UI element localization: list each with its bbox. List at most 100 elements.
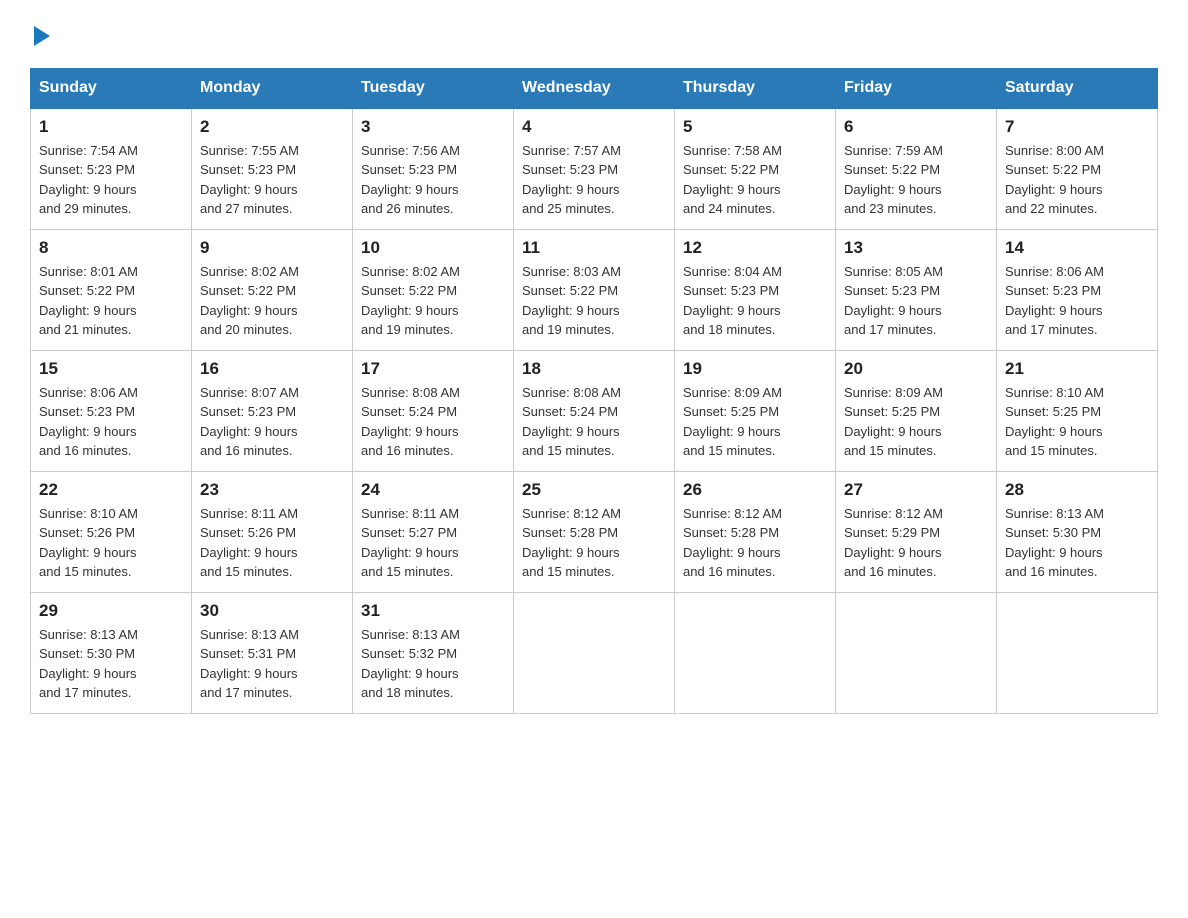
day-info: Sunrise: 7:59 AMSunset: 5:22 PMDaylight:… [844, 141, 988, 219]
day-number: 27 [844, 480, 988, 500]
calendar-cell [675, 592, 836, 713]
header-wednesday: Wednesday [514, 68, 675, 108]
day-number: 29 [39, 601, 183, 621]
day-info: Sunrise: 8:04 AMSunset: 5:23 PMDaylight:… [683, 262, 827, 340]
day-number: 21 [1005, 359, 1149, 379]
page-header [30, 20, 1158, 48]
day-info: Sunrise: 8:03 AMSunset: 5:22 PMDaylight:… [522, 262, 666, 340]
day-number: 23 [200, 480, 344, 500]
calendar-week-row: 22 Sunrise: 8:10 AMSunset: 5:26 PMDayligh… [31, 471, 1158, 592]
calendar-week-row: 1 Sunrise: 7:54 AMSunset: 5:23 PMDaylight… [31, 108, 1158, 230]
calendar-cell: 17Sunrise: 8:08 AMSunset: 5:24 PMDayligh… [353, 350, 514, 471]
calendar-cell: 27 Sunrise: 8:12 AMSunset: 5:29 PMDayligh… [836, 471, 997, 592]
day-info: Sunrise: 8:12 AMSunset: 5:28 PMDaylight:… [522, 504, 666, 582]
calendar-cell: 30 Sunrise: 8:13 AMSunset: 5:31 PMDayligh… [192, 592, 353, 713]
calendar-cell: 11 Sunrise: 8:03 AMSunset: 5:22 PMDayligh… [514, 229, 675, 350]
day-info: Sunrise: 8:13 AMSunset: 5:30 PMDaylight:… [39, 625, 183, 703]
day-info: Sunrise: 7:57 AMSunset: 5:23 PMDaylight:… [522, 141, 666, 219]
day-info: Sunrise: 8:13 AMSunset: 5:31 PMDaylight:… [200, 625, 344, 703]
day-number: 31 [361, 601, 505, 621]
calendar-cell [997, 592, 1158, 713]
calendar-cell: 3 Sunrise: 7:56 AMSunset: 5:23 PMDaylight… [353, 108, 514, 230]
day-number: 10 [361, 238, 505, 258]
day-info: Sunrise: 8:11 AMSunset: 5:26 PMDaylight:… [200, 504, 344, 582]
calendar-cell: 24Sunrise: 8:11 AMSunset: 5:27 PMDayligh… [353, 471, 514, 592]
calendar-cell: 5Sunrise: 7:58 AMSunset: 5:22 PMDaylight… [675, 108, 836, 230]
header-saturday: Saturday [997, 68, 1158, 108]
day-info: Sunrise: 8:00 AMSunset: 5:22 PMDaylight:… [1005, 141, 1149, 219]
header-monday: Monday [192, 68, 353, 108]
calendar-cell: 20 Sunrise: 8:09 AMSunset: 5:25 PMDayligh… [836, 350, 997, 471]
day-info: Sunrise: 8:06 AMSunset: 5:23 PMDaylight:… [1005, 262, 1149, 340]
day-info: Sunrise: 8:02 AMSunset: 5:22 PMDaylight:… [361, 262, 505, 340]
day-number: 18 [522, 359, 666, 379]
day-info: Sunrise: 7:54 AMSunset: 5:23 PMDaylight:… [39, 141, 183, 219]
day-number: 14 [1005, 238, 1149, 258]
day-info: Sunrise: 8:10 AMSunset: 5:26 PMDaylight:… [39, 504, 183, 582]
calendar-cell [836, 592, 997, 713]
calendar-cell: 8 Sunrise: 8:01 AMSunset: 5:22 PMDaylight… [31, 229, 192, 350]
day-number: 8 [39, 238, 183, 258]
header-thursday: Thursday [675, 68, 836, 108]
calendar-cell: 31 Sunrise: 8:13 AMSunset: 5:32 PMDayligh… [353, 592, 514, 713]
calendar-cell [514, 592, 675, 713]
logo-arrow-icon [34, 26, 50, 46]
logo-line1 [30, 20, 50, 48]
day-number: 16 [200, 359, 344, 379]
day-number: 3 [361, 117, 505, 137]
day-info: Sunrise: 8:13 AMSunset: 5:30 PMDaylight:… [1005, 504, 1149, 582]
day-number: 25 [522, 480, 666, 500]
calendar-cell: 26Sunrise: 8:12 AMSunset: 5:28 PMDayligh… [675, 471, 836, 592]
calendar-cell: 15Sunrise: 8:06 AMSunset: 5:23 PMDayligh… [31, 350, 192, 471]
day-number: 6 [844, 117, 988, 137]
calendar-cell: 23 Sunrise: 8:11 AMSunset: 5:26 PMDayligh… [192, 471, 353, 592]
header-tuesday: Tuesday [353, 68, 514, 108]
day-number: 12 [683, 238, 827, 258]
day-info: Sunrise: 8:09 AMSunset: 5:25 PMDaylight:… [844, 383, 988, 461]
day-number: 26 [683, 480, 827, 500]
calendar-cell: 14 Sunrise: 8:06 AMSunset: 5:23 PMDayligh… [997, 229, 1158, 350]
day-info: Sunrise: 8:01 AMSunset: 5:22 PMDaylight:… [39, 262, 183, 340]
day-number: 4 [522, 117, 666, 137]
day-info: Sunrise: 8:05 AMSunset: 5:23 PMDaylight:… [844, 262, 988, 340]
day-number: 22 [39, 480, 183, 500]
calendar-cell: 25 Sunrise: 8:12 AMSunset: 5:28 PMDayligh… [514, 471, 675, 592]
day-number: 13 [844, 238, 988, 258]
day-info: Sunrise: 8:10 AMSunset: 5:25 PMDaylight:… [1005, 383, 1149, 461]
calendar-cell: 13 Sunrise: 8:05 AMSunset: 5:23 PMDayligh… [836, 229, 997, 350]
day-number: 28 [1005, 480, 1149, 500]
day-info: Sunrise: 8:11 AMSunset: 5:27 PMDaylight:… [361, 504, 505, 582]
calendar-week-row: 15Sunrise: 8:06 AMSunset: 5:23 PMDayligh… [31, 350, 1158, 471]
day-number: 30 [200, 601, 344, 621]
calendar-cell: 18 Sunrise: 8:08 AMSunset: 5:24 PMDayligh… [514, 350, 675, 471]
day-info: Sunrise: 8:13 AMSunset: 5:32 PMDaylight:… [361, 625, 505, 703]
calendar-cell: 22 Sunrise: 8:10 AMSunset: 5:26 PMDayligh… [31, 471, 192, 592]
calendar-cell: 21 Sunrise: 8:10 AMSunset: 5:25 PMDayligh… [997, 350, 1158, 471]
calendar-cell: 12 Sunrise: 8:04 AMSunset: 5:23 PMDayligh… [675, 229, 836, 350]
calendar-week-row: 29 Sunrise: 8:13 AMSunset: 5:30 PMDayligh… [31, 592, 1158, 713]
calendar-table: SundayMondayTuesdayWednesdayThursdayFrid… [30, 68, 1158, 714]
day-info: Sunrise: 8:08 AMSunset: 5:24 PMDaylight:… [361, 383, 505, 461]
day-number: 15 [39, 359, 183, 379]
day-number: 11 [522, 238, 666, 258]
calendar-cell: 4 Sunrise: 7:57 AMSunset: 5:23 PMDaylight… [514, 108, 675, 230]
calendar-cell: 10 Sunrise: 8:02 AMSunset: 5:22 PMDayligh… [353, 229, 514, 350]
day-number: 19 [683, 359, 827, 379]
day-number: 9 [200, 238, 344, 258]
calendar-week-row: 8 Sunrise: 8:01 AMSunset: 5:22 PMDaylight… [31, 229, 1158, 350]
calendar-cell: 29 Sunrise: 8:13 AMSunset: 5:30 PMDayligh… [31, 592, 192, 713]
day-info: Sunrise: 8:12 AMSunset: 5:29 PMDaylight:… [844, 504, 988, 582]
logo [30, 20, 50, 48]
calendar-cell: 2Sunrise: 7:55 AMSunset: 5:23 PMDaylight… [192, 108, 353, 230]
day-number: 2 [200, 117, 344, 137]
calendar-cell: 28 Sunrise: 8:13 AMSunset: 5:30 PMDayligh… [997, 471, 1158, 592]
day-number: 7 [1005, 117, 1149, 137]
day-number: 1 [39, 117, 183, 137]
day-info: Sunrise: 7:56 AMSunset: 5:23 PMDaylight:… [361, 141, 505, 219]
day-info: Sunrise: 8:07 AMSunset: 5:23 PMDaylight:… [200, 383, 344, 461]
day-info: Sunrise: 8:08 AMSunset: 5:24 PMDaylight:… [522, 383, 666, 461]
day-number: 5 [683, 117, 827, 137]
header-sunday: Sunday [31, 68, 192, 108]
day-info: Sunrise: 8:02 AMSunset: 5:22 PMDaylight:… [200, 262, 344, 340]
day-number: 20 [844, 359, 988, 379]
